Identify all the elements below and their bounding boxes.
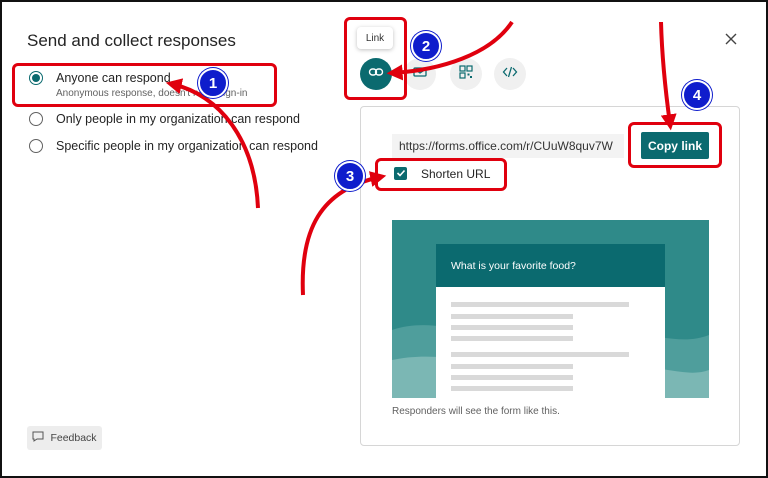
annotation-arrows xyxy=(165,20,677,296)
annotation-badge-2: 2 xyxy=(411,31,441,61)
annotation-badge-1: 1 xyxy=(198,68,228,98)
annotation-badge-3: 3 xyxy=(335,161,365,191)
annotation-badge-4: 4 xyxy=(682,80,712,110)
